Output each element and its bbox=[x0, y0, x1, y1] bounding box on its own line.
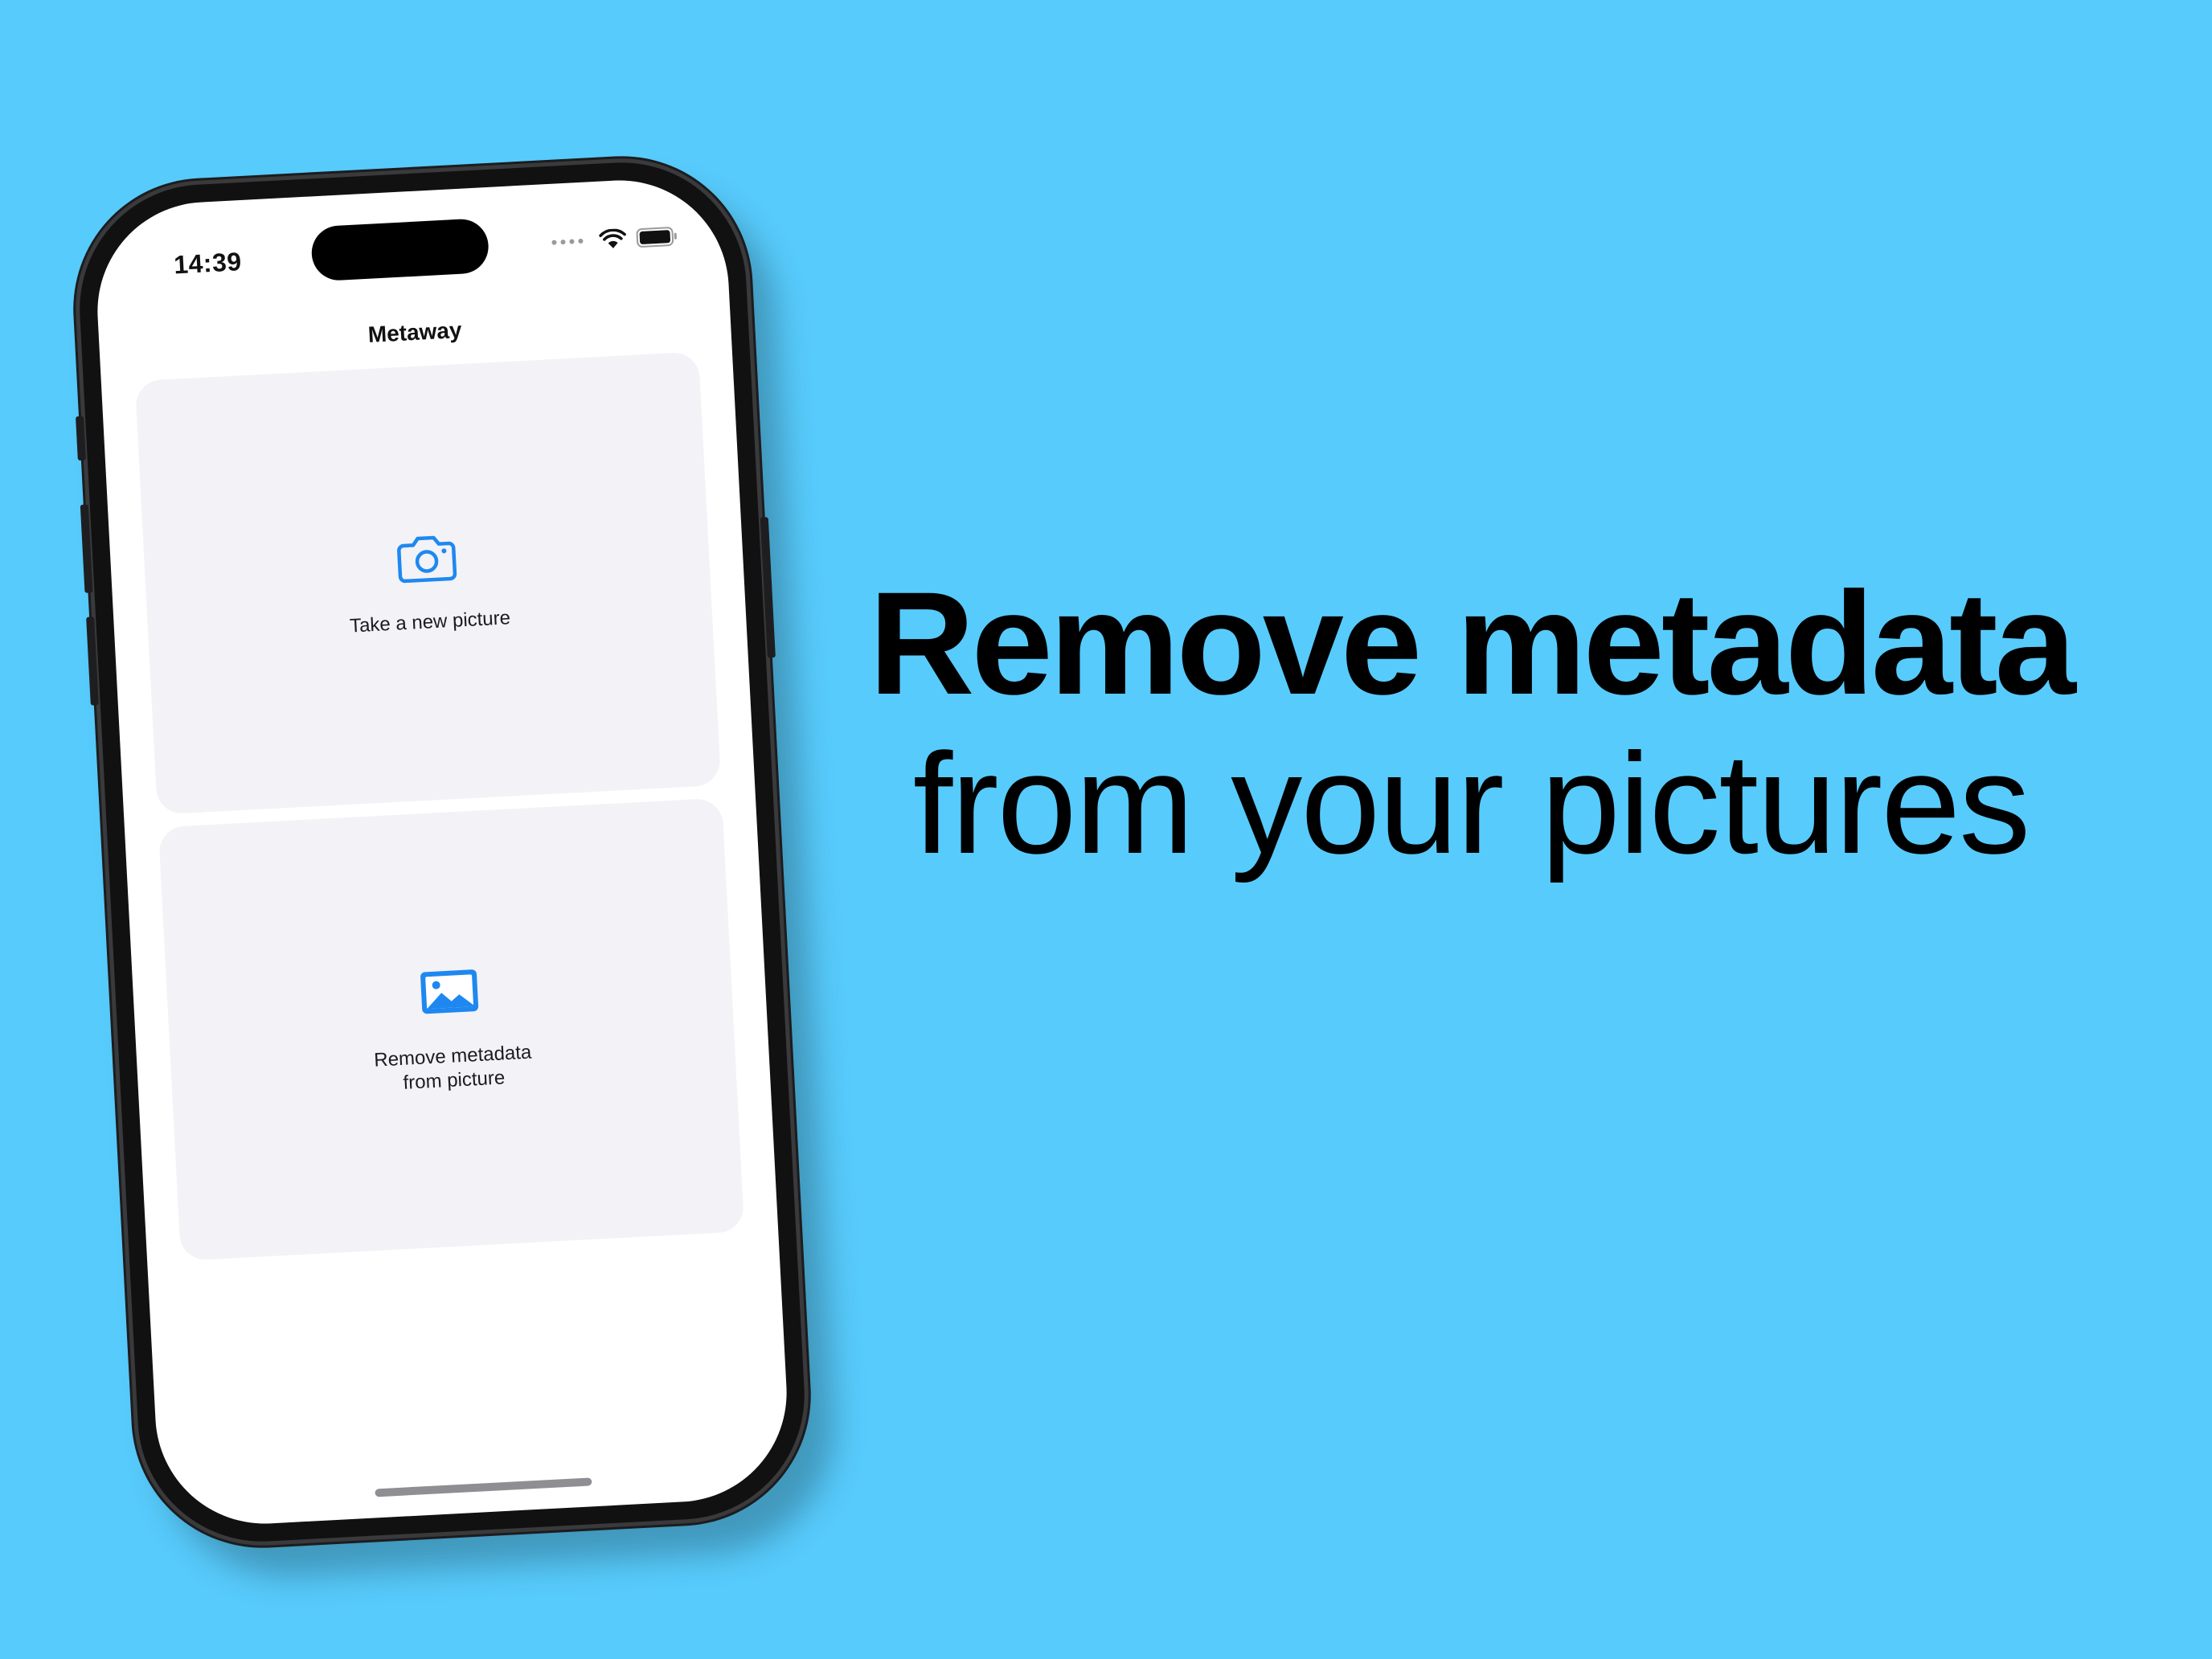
volume-down-button bbox=[86, 616, 99, 706]
remove-metadata-content: Remove metadata from picture bbox=[158, 798, 744, 1261]
app-title: Metaway bbox=[367, 317, 463, 347]
remove-metadata-button[interactable]: Remove metadata from picture bbox=[158, 797, 745, 1261]
dynamic-island bbox=[310, 217, 490, 282]
phone-mockup: 14:39 Metaway Take a new picture Remove … bbox=[69, 152, 815, 1552]
phone-frame: 14:39 Metaway Take a new picture Remove … bbox=[69, 152, 815, 1552]
wifi-icon bbox=[599, 228, 626, 248]
cellular-signal-icon bbox=[551, 238, 584, 245]
status-indicators bbox=[551, 226, 678, 253]
take-picture-content: Take a new picture bbox=[135, 351, 721, 814]
take-picture-label: Take a new picture bbox=[349, 607, 511, 637]
silent-switch bbox=[76, 416, 86, 461]
photo-icon bbox=[420, 969, 479, 1014]
headline-line-1: Remove metadata bbox=[869, 561, 2076, 725]
camera-icon bbox=[397, 535, 457, 584]
headline: Remove metadata from your pictures bbox=[772, 563, 2170, 884]
battery-icon bbox=[636, 227, 677, 248]
status-time: 14:39 bbox=[173, 247, 243, 280]
take-picture-button[interactable]: Take a new picture bbox=[134, 351, 722, 815]
home-indicator[interactable] bbox=[375, 1477, 592, 1497]
headline-line-2: from your pictures bbox=[912, 723, 2030, 883]
remove-metadata-label: Remove metadata from picture bbox=[373, 1041, 532, 1094]
phone-screen: 14:39 Metaway Take a new picture Remove … bbox=[92, 174, 793, 1530]
volume-up-button bbox=[80, 504, 93, 593]
